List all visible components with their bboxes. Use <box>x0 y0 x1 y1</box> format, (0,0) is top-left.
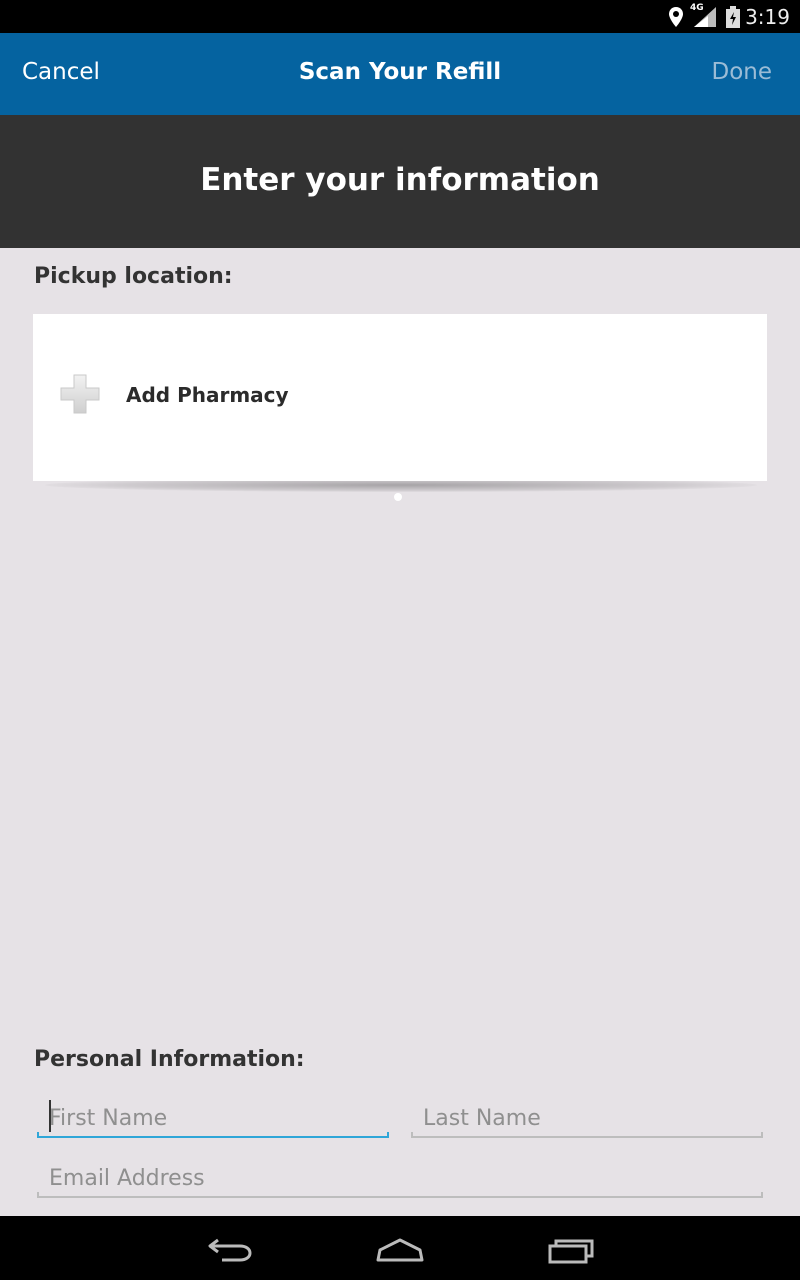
email-input[interactable] <box>37 1158 763 1198</box>
email-underline <box>37 1192 763 1198</box>
last-name-input[interactable] <box>411 1098 763 1138</box>
page-indicator-dot <box>394 493 402 501</box>
status-time: 3:19 <box>745 5 790 29</box>
add-pharmacy-label: Add Pharmacy <box>126 383 289 407</box>
personal-information-label: Personal Information: <box>34 1047 305 1072</box>
done-button[interactable]: Done <box>711 59 772 85</box>
first-name-underline <box>37 1132 389 1138</box>
page-heading: Enter your information <box>200 162 600 198</box>
add-pharmacy-card[interactable]: Add Pharmacy <box>33 314 767 481</box>
recent-apps-icon[interactable] <box>542 1232 602 1266</box>
location-icon <box>668 6 684 28</box>
back-icon[interactable] <box>200 1232 260 1266</box>
battery-icon <box>726 6 740 28</box>
pickup-location-label: Pickup location: <box>34 264 233 289</box>
last-name-field-wrapper <box>411 1098 763 1138</box>
plus-icon <box>60 374 100 414</box>
text-cursor <box>49 1100 51 1132</box>
navigation-bar <box>0 1216 800 1280</box>
first-name-input[interactable] <box>37 1098 389 1138</box>
status-bar: 4G 3:19 <box>0 0 800 33</box>
last-name-underline <box>411 1132 763 1138</box>
first-name-field-wrapper <box>37 1098 389 1138</box>
home-icon[interactable] <box>370 1232 430 1266</box>
app-bar: Cancel Scan Your Refill Done <box>0 33 800 115</box>
signal-icon: 4G <box>690 3 718 28</box>
header-band: Enter your information <box>0 115 800 248</box>
screen-title: Scan Your Refill <box>298 59 502 85</box>
email-field-wrapper <box>37 1158 763 1198</box>
network-type-label: 4G <box>690 3 704 13</box>
status-icons: 4G <box>668 3 740 29</box>
